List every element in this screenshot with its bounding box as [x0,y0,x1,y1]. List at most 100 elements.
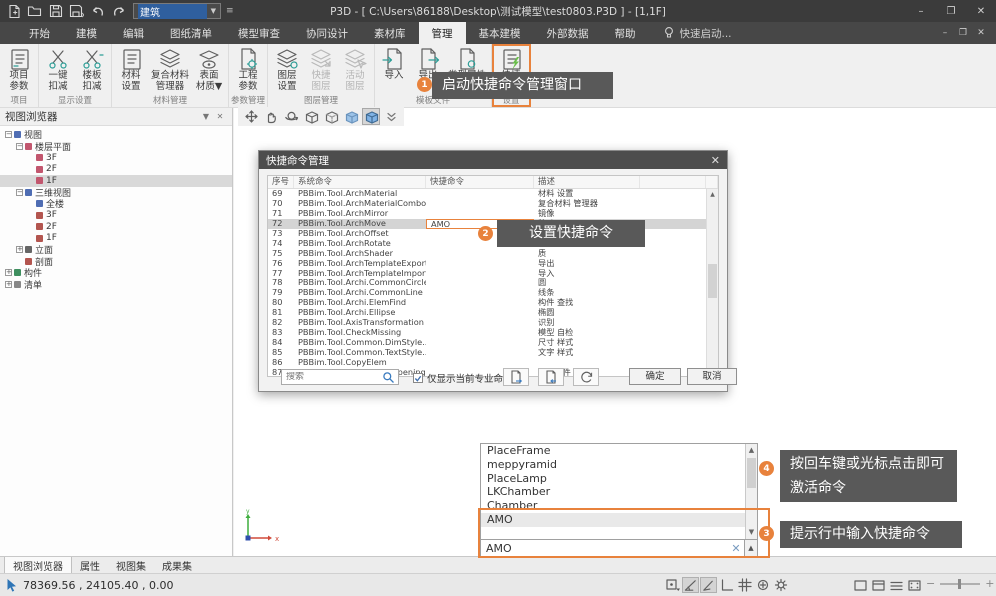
panel-dropdown-icon[interactable]: ▼ [199,112,213,121]
surface-material-button[interactable]: 表面材质▼ [192,45,226,92]
new-window-icon[interactable] [852,577,869,593]
export-file-button[interactable] [503,368,529,386]
col-header-shortcut[interactable]: 快捷命令 [426,176,534,188]
one-key-deduct-button[interactable]: 一键扣减 [41,45,75,92]
tree-item-2F[interactable]: 2F [0,221,232,233]
pan-hand-icon[interactable] [262,108,280,125]
tree-item-3F[interactable]: 3F [0,210,232,222]
list-item[interactable]: PlaceFrame [481,444,745,458]
shaded-cube-icon[interactable] [342,108,360,125]
table-row[interactable]: 75PBBim.Tool.ArchShader质 [268,249,718,259]
redo-icon[interactable] [110,3,127,19]
doc-minimize-button[interactable]: – [936,28,954,38]
command-input[interactable] [481,542,728,555]
polar-tracking-icon[interactable] [682,577,699,593]
expand-list-icon[interactable]: ▲ [744,540,757,557]
zoom-track[interactable] [940,583,980,585]
ok-button[interactable]: 确定 [629,368,681,385]
zoom-slider[interactable]: − + [926,577,994,590]
table-row[interactable]: 84PBBim.Tool.Common.DimStyle...尺寸 样式 [268,338,718,348]
search-icon[interactable] [382,371,398,384]
import-button[interactable]: 导入 [377,45,411,82]
collapse-icon[interactable]: − [16,189,23,196]
tree-item-3F[interactable]: 3F [0,152,232,164]
dialog-title-bar[interactable]: 快捷命令管理 ✕ [259,151,727,169]
table-row[interactable]: 77PBBim.Tool.ArchTemplateImport导入 [268,269,718,279]
expand-icon[interactable]: + [5,269,12,276]
collapse-icon[interactable]: − [5,131,12,138]
list-item[interactable]: PlaceLamp [481,472,745,486]
doc-close-button[interactable]: ✕ [972,28,990,38]
settings-gear-icon[interactable] [772,577,789,593]
expand-chevrons-icon[interactable] [382,108,400,125]
composite-material-button[interactable]: 复合材料管理器 [148,45,192,92]
col-header-system-command[interactable]: 系统命令 [294,176,426,188]
save-icon[interactable] [47,3,64,19]
discipline-combo[interactable]: 建筑 ▼ [133,3,221,19]
tab-11[interactable]: 帮助 [602,22,649,44]
tree-item-清单[interactable]: +清单 [0,279,232,291]
table-row[interactable]: 78PBBim.Tool.Archi.CommonCircle圆 [268,278,718,288]
tab-10[interactable]: 外部数据 [534,22,602,44]
collapse-icon[interactable]: − [16,143,23,150]
tab-1[interactable]: 开始 [16,22,63,44]
tab-6[interactable]: 协同设计 [293,22,361,44]
col-header-no[interactable]: 序号 [268,176,294,188]
tab-4[interactable]: 图纸清单 [157,22,225,44]
hidden-cube-icon[interactable] [322,108,340,125]
wire-cube-icon[interactable] [302,108,320,125]
table-row[interactable]: 71PBBim.Tool.ArchMirror镜像 [268,209,718,219]
clear-input-icon[interactable]: ✕ [728,542,744,555]
engineering-params-button[interactable]: 工程参数 [231,45,265,92]
cancel-button[interactable]: 取消 [687,368,737,385]
save-as-icon[interactable] [68,3,85,19]
table-row[interactable]: 73PBBim.Tool.ArchOffset偏移 [268,229,718,239]
list-item[interactable]: LKChamber [481,485,745,499]
full-screen-icon[interactable] [906,577,923,593]
open-file-icon[interactable] [26,3,43,19]
list-item[interactable]: meppyramid [481,458,745,472]
bottom-tab-2[interactable]: 属性 [72,557,108,573]
grid-icon[interactable] [736,577,753,593]
import-file-button[interactable] [538,368,564,386]
list-item[interactable]: Chamber [481,499,745,513]
zoom-out-icon[interactable]: − [926,577,935,590]
scroll-thumb[interactable] [708,264,717,298]
dialog-close-icon[interactable]: ✕ [711,154,720,167]
tab-2[interactable]: 建模 [63,22,110,44]
zoom-extents-icon[interactable] [242,108,260,125]
table-row[interactable]: 74PBBim.Tool.ArchRotate [268,239,718,249]
orbit-icon[interactable] [282,108,300,125]
tree-item-三维视图[interactable]: −三维视图 [0,187,232,199]
col-header-description[interactable]: 描述 [534,176,640,188]
minimize-button[interactable]: – [906,0,936,22]
table-row[interactable]: 79PBBim.Tool.Archi.CommonLine线条 [268,288,718,298]
layer-settings-button[interactable]: 图层设置 [270,45,304,92]
table-row[interactable]: 81PBBim.Tool.Archi.Ellipse椭圆 [268,308,718,318]
table-row[interactable]: 72PBBim.Tool.ArchMoveAMO移动 [268,219,718,229]
project-params-button[interactable]: 项目参数 [2,45,36,92]
shaded-edges-cube-icon[interactable] [362,108,380,125]
zoom-in-icon[interactable]: + [985,577,994,590]
reset-button[interactable] [573,368,599,386]
popup-scroll-up-icon[interactable]: ▲ [746,444,757,457]
popup-scroll-thumb[interactable] [747,458,756,488]
tab-9[interactable]: 基本建模 [466,22,534,44]
table-row[interactable]: 70PBBim.Tool.ArchMaterialCombo复合材料 管理器 [268,199,718,209]
bottom-tab-1[interactable]: 视图浏览器 [4,557,72,573]
popup-scroll-down-icon[interactable]: ▼ [746,526,757,539]
ortho-icon[interactable] [718,577,735,593]
restore-button[interactable]: ❐ [936,0,966,22]
cascade-windows-icon[interactable] [888,577,905,593]
table-row[interactable]: 83PBBim.Tool.CheckMissing模型 自检 [268,328,718,338]
doc-restore-button[interactable]: ❐ [954,28,972,38]
slab-deduct-button[interactable]: 楼板扣减 [75,45,109,92]
split-window-icon[interactable] [870,577,887,593]
quick-launch[interactable]: 快速启动... [663,22,732,44]
expand-icon[interactable]: + [5,281,12,288]
tab-3[interactable]: 编辑 [110,22,157,44]
material-settings-button[interactable]: 材料设置 [114,45,148,92]
table-scrollbar[interactable]: ▲ ▼ [706,189,718,376]
table-row[interactable]: 69PBBim.Tool.ArchMaterial材料 设置 [268,189,718,199]
list-item[interactable] [481,527,745,541]
